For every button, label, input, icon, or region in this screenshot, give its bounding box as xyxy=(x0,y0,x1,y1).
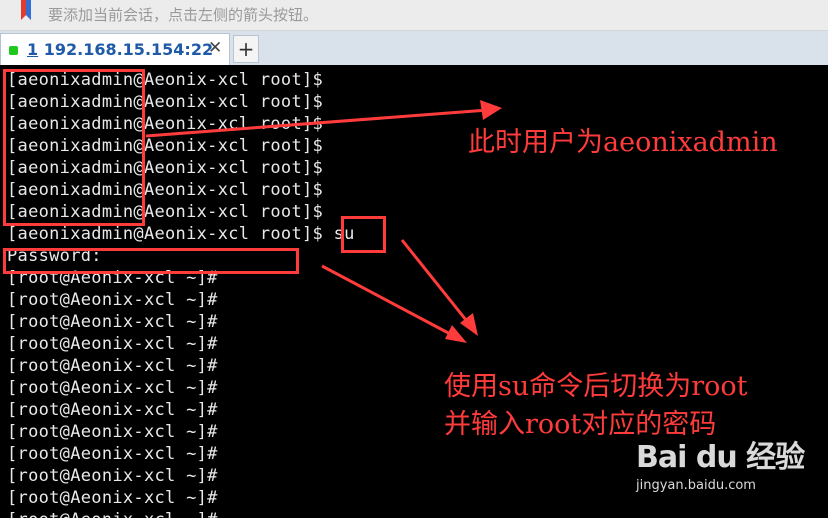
watermark-url: jingyan.baidu.com xyxy=(636,478,756,493)
arrow-icon xyxy=(145,100,502,343)
baidu-jingyan-watermark: Bai du 经验 jingyan.baidu.com xyxy=(636,432,805,493)
annotation-user-note: 此时用户为aeonixadmin xyxy=(468,127,778,158)
annotation-su-note-line1: 使用su命令后切换为root xyxy=(444,371,748,402)
watermark-logo: Bai du 经验 xyxy=(636,440,805,475)
